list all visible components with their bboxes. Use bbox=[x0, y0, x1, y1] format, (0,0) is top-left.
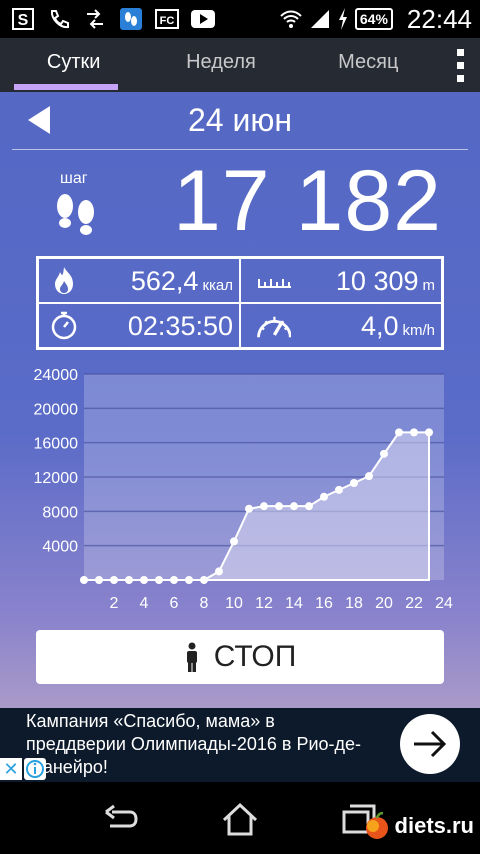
chart-x-tick-label: 22 bbox=[405, 595, 423, 612]
chart-point bbox=[170, 576, 178, 584]
tab-month[interactable]: Месяц bbox=[295, 38, 442, 92]
chart-x-tick-label: 6 bbox=[170, 595, 179, 612]
speedometer-icon bbox=[257, 316, 291, 338]
chart-point bbox=[110, 576, 118, 584]
wifi-icon bbox=[280, 10, 302, 28]
back-icon[interactable] bbox=[100, 800, 140, 840]
ad-close-icon[interactable]: ✕ bbox=[0, 758, 22, 780]
chart-point bbox=[395, 428, 403, 437]
watermark-text: diets.ru bbox=[394, 813, 474, 838]
chart-y-tick-label: 8000 bbox=[42, 504, 78, 521]
chart-x-tick-label: 14 bbox=[285, 595, 303, 612]
ad-info-icon[interactable] bbox=[24, 758, 46, 780]
calories-value: 562,4 bbox=[130, 266, 199, 296]
person-icon bbox=[186, 642, 197, 672]
calories-cell: 562,4 ккал bbox=[38, 258, 240, 303]
time-cell: 02:35:50 bbox=[38, 303, 240, 348]
svg-text:FC: FC bbox=[160, 15, 175, 27]
chart-point bbox=[350, 479, 358, 488]
navigation-bar: diets.ru bbox=[0, 782, 480, 854]
chart-point bbox=[305, 502, 313, 511]
chart-point bbox=[140, 576, 148, 584]
battery-indicator: 64% bbox=[354, 8, 393, 30]
tab-week[interactable]: Неделя bbox=[147, 38, 294, 92]
stop-button-label: СТОП bbox=[213, 640, 297, 673]
steps-app-icon bbox=[118, 7, 144, 31]
stats-grid: 562,4 ккал 10 309 m 02:35:50 4,0 km/h bbox=[36, 256, 444, 350]
stopwatch-icon bbox=[51, 311, 77, 340]
chart-x-tick-label: 2 bbox=[110, 595, 119, 612]
chart-point bbox=[290, 502, 298, 511]
chart-point bbox=[80, 576, 88, 584]
overflow-menu-icon[interactable] bbox=[442, 38, 480, 92]
phone-icon bbox=[46, 7, 72, 31]
youtube-icon bbox=[190, 7, 216, 31]
calories-unit: ккал bbox=[202, 277, 233, 294]
chart-point bbox=[380, 449, 388, 458]
chart-point bbox=[365, 472, 373, 481]
speed-value: 4,0 bbox=[360, 311, 399, 341]
date-row: 24 июн bbox=[12, 92, 468, 150]
speed-unit: km/h bbox=[402, 322, 435, 339]
flame-icon bbox=[55, 267, 73, 294]
chart-point bbox=[410, 428, 418, 437]
chart-y-tick-label: 4000 bbox=[42, 539, 78, 556]
clock: 22:44 bbox=[406, 3, 472, 34]
chart-y-tick-label: 12000 bbox=[34, 470, 79, 487]
chart-point bbox=[275, 502, 283, 511]
chart-x-tick-label: 24 bbox=[435, 595, 453, 612]
apple-logo-icon bbox=[365, 812, 388, 839]
steps-label: шаг bbox=[60, 170, 88, 187]
distance-value: 10 309 bbox=[335, 266, 419, 296]
main-panel: 24 июн шаг 17 182 562,4 ккал 10 309 m 02:3… bbox=[0, 92, 480, 708]
data-icon bbox=[82, 7, 108, 31]
steps-chart: 40008000120001600020000240002 4 6 8 10 12 14 16… bbox=[34, 367, 454, 612]
chart-point bbox=[215, 567, 223, 576]
tab-day[interactable]: Сутки bbox=[0, 38, 147, 92]
ruler-icon bbox=[258, 279, 291, 288]
chart-x-tick-label: 4 bbox=[140, 595, 149, 612]
ad-arrow-icon[interactable] bbox=[400, 714, 460, 774]
s-icon: S bbox=[10, 7, 36, 31]
chart-x-tick-label: 8 bbox=[200, 595, 209, 612]
signal-icon bbox=[310, 10, 329, 28]
chart-x-tick-label: 20 bbox=[375, 595, 393, 612]
charging-icon bbox=[338, 8, 347, 30]
chart-y-tick-label: 20000 bbox=[34, 401, 79, 418]
chart-point bbox=[230, 537, 238, 546]
chart-x-tick-label: 12 bbox=[255, 595, 273, 612]
chart-point bbox=[335, 485, 343, 494]
chart-point bbox=[155, 576, 163, 584]
chart-point bbox=[95, 576, 103, 584]
step-count: 17 182 bbox=[172, 153, 442, 249]
chart-x-tick-label: 16 bbox=[315, 595, 333, 612]
status-bar: S FC 64% 22:44 bbox=[0, 0, 480, 38]
date-label: 24 июн bbox=[187, 102, 293, 138]
chart-point bbox=[425, 428, 433, 437]
distance-cell: 10 309 m bbox=[240, 258, 442, 303]
stop-button[interactable]: СТОП bbox=[36, 630, 444, 684]
watermark: diets.ru bbox=[363, 812, 474, 840]
period-tabs: Сутки Неделя Месяц bbox=[0, 38, 480, 92]
chart-y-tick-label: 24000 bbox=[34, 367, 79, 384]
chart-point bbox=[245, 504, 253, 513]
home-icon[interactable] bbox=[220, 800, 260, 840]
footprints-icon bbox=[52, 192, 100, 243]
ad-banner[interactable]: Кампания «Спасибо, мама» в преддверии Ол… bbox=[0, 708, 480, 782]
chart-point bbox=[125, 576, 133, 584]
time-value: 02:35:50 bbox=[127, 311, 233, 341]
chart-x-tick-label: 18 bbox=[345, 595, 363, 612]
chart-point bbox=[200, 576, 208, 584]
ad-text: Кампания «Спасибо, мама» в преддверии Ол… bbox=[26, 711, 362, 777]
svg-text:S: S bbox=[18, 12, 29, 29]
fc-icon: FC bbox=[154, 7, 180, 31]
chart-point bbox=[185, 576, 193, 584]
chart-point bbox=[320, 492, 328, 501]
speed-cell: 4,0 km/h bbox=[240, 303, 442, 348]
distance-unit: m bbox=[422, 277, 436, 294]
chart-y-tick-label: 16000 bbox=[34, 436, 79, 453]
chart-point bbox=[260, 502, 268, 511]
chart-x-tick-label: 10 bbox=[225, 595, 243, 612]
